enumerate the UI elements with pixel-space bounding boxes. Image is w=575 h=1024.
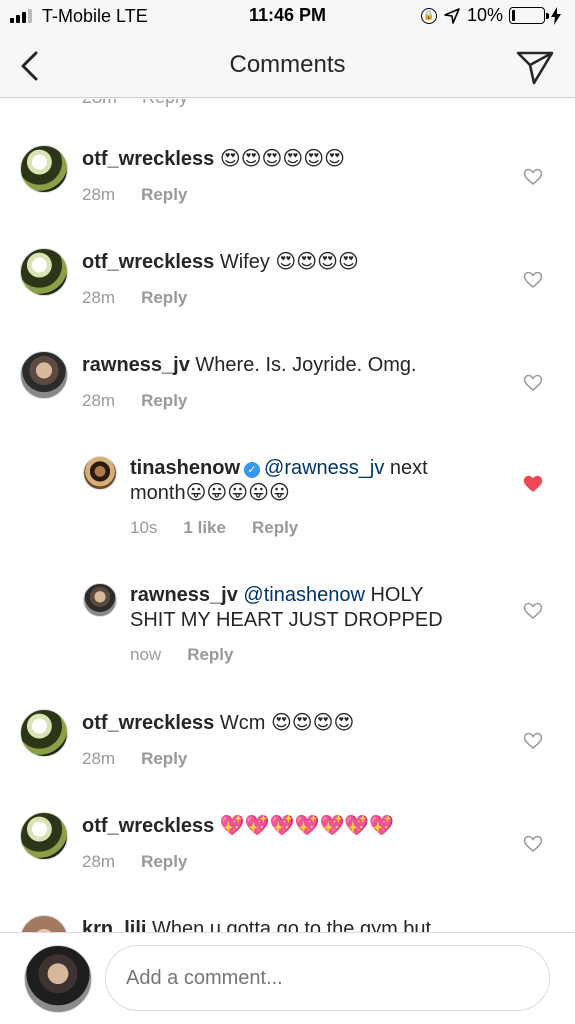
avatar[interactable] <box>83 583 117 617</box>
comment-username[interactable]: rawness_jv <box>130 584 238 606</box>
comment-text: Wcm 😍😍😍😍 <box>219 712 355 734</box>
heart-icon[interactable] <box>523 167 543 187</box>
comment-list[interactable]: 28m Reply otf_wreckless 😍😍😍😍😍😍 28m Reply… <box>0 99 575 932</box>
paper-plane-icon[interactable] <box>515 47 555 87</box>
avatar[interactable] <box>20 915 68 932</box>
current-user-avatar <box>24 945 92 1013</box>
verified-badge-icon: ✓ <box>244 462 261 478</box>
comment-time: 28m <box>82 391 116 410</box>
comment-text: When u gotta go to the gym but <box>152 918 432 932</box>
comment-text: 😍😍😍😍😍😍 <box>219 148 345 170</box>
comment-text: next <box>389 457 428 479</box>
comment-username[interactable]: otf_wreckless <box>82 815 214 837</box>
comment-time: 28m <box>82 288 116 307</box>
avatar[interactable] <box>20 812 68 860</box>
comment-text-continued: month😛😛😛😛😛 <box>130 482 290 504</box>
comment-text-continued: SHIT MY HEART JUST DROPPED <box>130 609 443 631</box>
avatar[interactable] <box>20 709 68 757</box>
comment-text: Where. Is. Joyride. Omg. <box>195 354 417 376</box>
add-comment-input[interactable] <box>105 945 550 1011</box>
avatar[interactable] <box>20 351 68 399</box>
status-bar: T-Mobile LTE 11:46 PM 🔒 10% <box>0 0 575 34</box>
reply-button[interactable]: Reply <box>252 518 298 538</box>
comment-time: 28m <box>82 749 116 768</box>
comment-time: 28m <box>82 852 116 871</box>
reply-button[interactable]: Reply <box>141 185 187 205</box>
orientation-lock-icon: 🔒 <box>420 7 437 24</box>
charging-bolt-icon <box>551 6 561 25</box>
reply-button[interactable]: Reply <box>141 749 187 769</box>
comment-text: Wifey 😍😍😍😍 <box>219 251 359 273</box>
heart-filled-icon[interactable] <box>523 474 543 494</box>
mention-link[interactable]: @tinashenow <box>243 584 364 606</box>
comment-username[interactable]: tinashenow <box>130 457 240 479</box>
battery-percent: 10% <box>466 5 503 25</box>
comments-header: Comments <box>0 34 575 98</box>
comment-composer <box>0 932 575 1024</box>
reply-button[interactable]: Reply <box>187 645 233 665</box>
comment-username[interactable]: krn_lili <box>82 918 146 932</box>
heart-icon[interactable] <box>523 834 543 854</box>
location-arrow-icon <box>444 7 460 24</box>
comment-text: HOLY <box>370 584 424 606</box>
reply-button[interactable]: Reply <box>141 288 187 308</box>
heart-icon[interactable] <box>523 601 543 621</box>
reply-button[interactable]: Reply <box>141 391 187 411</box>
status-right: 🔒 10% <box>420 5 561 26</box>
battery-icon <box>509 7 549 24</box>
like-count[interactable]: 1 like <box>183 518 226 538</box>
comment-username[interactable]: otf_wreckless <box>82 251 214 273</box>
comment-time: 28m <box>82 185 116 204</box>
comment-username[interactable]: rawness_jv <box>82 354 190 376</box>
heart-icon[interactable] <box>523 373 543 393</box>
avatar[interactable] <box>20 145 68 193</box>
comment-time: 10s <box>130 518 158 537</box>
partial-row: 28m Reply <box>82 99 188 108</box>
mention-link[interactable]: @rawness_jv <box>264 457 384 479</box>
avatar[interactable] <box>83 456 117 490</box>
comment-username[interactable]: otf_wreckless <box>82 148 214 170</box>
heart-icon[interactable] <box>523 270 543 290</box>
page-title: Comments <box>229 51 346 78</box>
comment-time: now <box>130 645 162 664</box>
heart-icon[interactable] <box>523 731 543 751</box>
reply-button[interactable]: Reply <box>141 852 187 872</box>
comment-username[interactable]: otf_wreckless <box>82 712 214 734</box>
avatar[interactable] <box>20 248 68 296</box>
comment-text: 💖💖💖💖💖💖💖 <box>219 815 395 837</box>
